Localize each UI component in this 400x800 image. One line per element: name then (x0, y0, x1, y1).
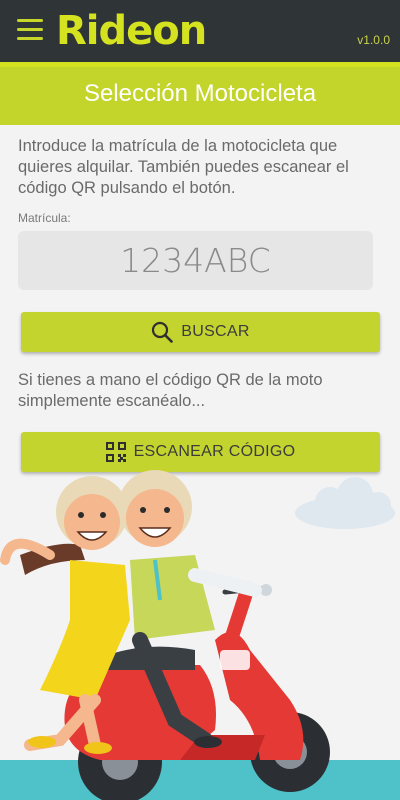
page-title: Selección Motocicleta (83, 80, 317, 107)
plate-input[interactable] (18, 231, 373, 290)
qr-code-icon (105, 442, 126, 462)
hamburger-menu-icon[interactable] (17, 19, 45, 43)
plate-label: Matrícula: (18, 211, 71, 225)
cloud (295, 477, 395, 529)
qr-hint-text: Si tienes a mano el código QR de la moto… (18, 371, 323, 410)
app-version: v1.0.0 (357, 33, 390, 47)
app-logo: Rideon (56, 8, 207, 54)
search-icon (151, 321, 174, 343)
couple-on-scooter-illustration (0, 470, 400, 800)
scan-qr-button[interactable]: ESCANEAR CÓDIGO (21, 432, 380, 472)
scan-button-label: ESCANEAR CÓDIGO (133, 443, 296, 460)
title-bar: Selección Motocicleta (0, 67, 400, 125)
app-bar: Rideon v1.0.0 (0, 0, 400, 62)
intro-text: Introduce la matrícula de la motocicleta… (18, 137, 349, 197)
search-button[interactable]: BUSCAR (21, 312, 380, 352)
ground-strip (0, 760, 400, 800)
search-button-label: BUSCAR (181, 323, 250, 340)
